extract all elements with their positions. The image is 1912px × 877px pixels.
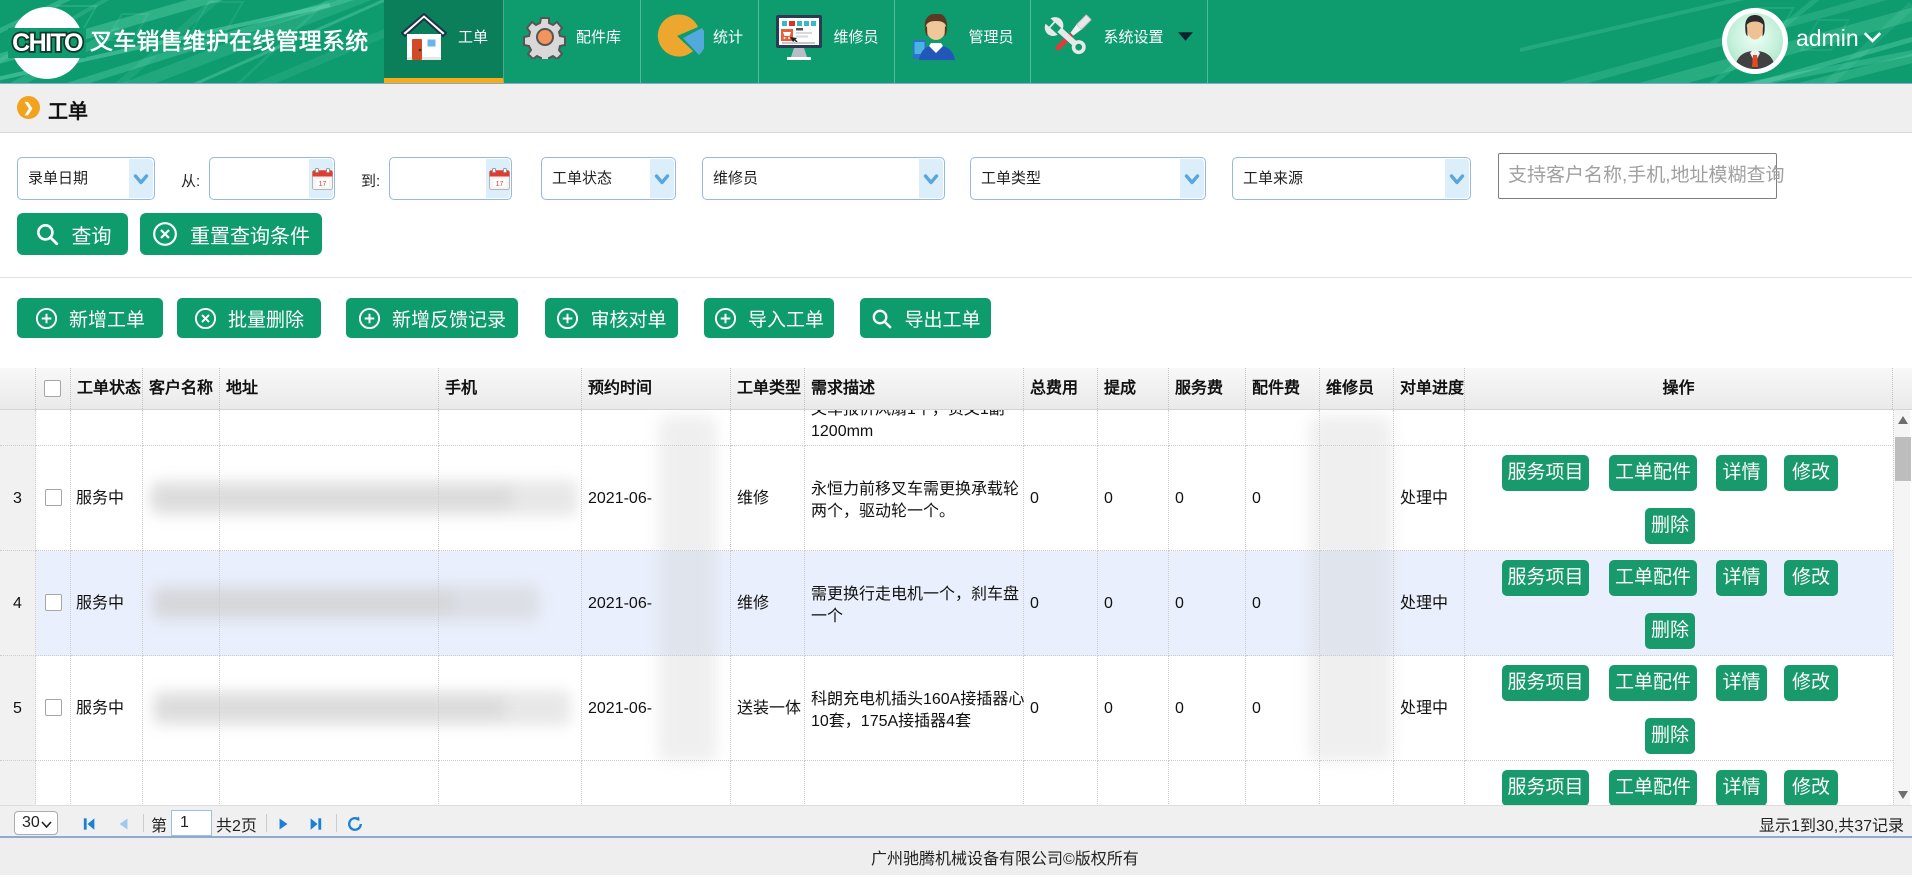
svg-text:17: 17 [319,181,327,188]
svg-text:17: 17 [496,181,504,188]
